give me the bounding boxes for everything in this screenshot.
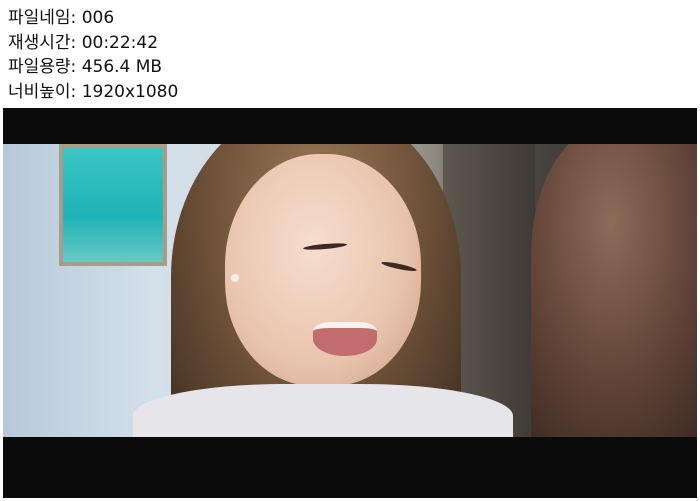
left-eye <box>302 242 348 251</box>
filesize-text: 파일용량: 456.4 MB <box>8 57 163 77</box>
man-silhouette <box>531 144 697 437</box>
video-frame <box>3 144 697 437</box>
resolution-text: 너비높이: 1920x1080 <box>8 81 179 102</box>
right-eye <box>380 260 418 273</box>
woman-face <box>225 154 421 386</box>
smiling-mouth <box>313 322 377 356</box>
filename-text: 파일네임: 006 <box>8 8 115 28</box>
white-top <box>133 384 513 437</box>
earring <box>231 274 239 282</box>
wall-poster <box>59 144 167 266</box>
video-thumbnail <box>3 108 697 498</box>
file-info-panel: 파일네임: 006 재생시간: 00:22:42 파일용량: 456.4 MB … <box>8 6 688 104</box>
duration-text: 재생시간: 00:22:42 <box>8 32 159 53</box>
